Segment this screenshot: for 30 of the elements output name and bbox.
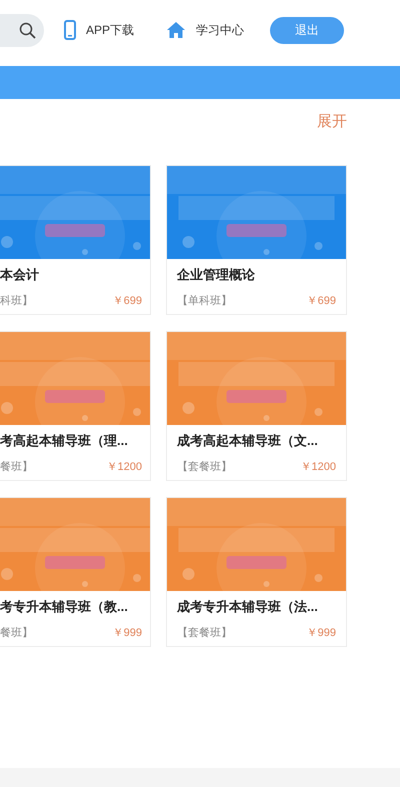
course-title: 考专升本辅导班（教... bbox=[0, 598, 129, 616]
course-type: 科班】 bbox=[0, 294, 33, 308]
course-title: 成考高起本辅导班（文... bbox=[177, 432, 319, 450]
course-card[interactable]: 成考专升本辅导班（法... 【套餐班】 ￥999 bbox=[166, 497, 347, 647]
course-price: ￥1200 bbox=[300, 460, 336, 474]
nav-link[interactable]: APP下载 bbox=[86, 21, 134, 39]
course-type: 【套餐班】 bbox=[177, 626, 232, 640]
nav-link[interactable]: 学习中心 bbox=[196, 21, 244, 39]
course-card[interactable]: 成考高起本辅导班（文... 【套餐班】 ￥1200 bbox=[166, 331, 347, 481]
home-icon bbox=[166, 21, 186, 39]
course-type: 【单科班】 bbox=[177, 294, 232, 308]
course-card[interactable]: 考高起本辅导班（理... 餐班】 ￥1200 bbox=[0, 331, 151, 481]
course-price: ￥999 bbox=[112, 626, 142, 640]
course-title: 成考专升本辅导班（法... bbox=[177, 598, 319, 616]
course-price: ￥999 bbox=[306, 626, 336, 640]
search-button[interactable] bbox=[0, 14, 44, 46]
search-icon bbox=[19, 22, 36, 38]
course-price: ￥699 bbox=[306, 294, 336, 308]
course-type: 餐班】 bbox=[0, 626, 33, 640]
course-type: 【套餐班】 bbox=[177, 460, 232, 474]
course-title: 考高起本辅导班（理... bbox=[0, 432, 129, 450]
phone-icon bbox=[64, 20, 76, 40]
course-type: 餐班】 bbox=[0, 460, 33, 474]
course-price: ￥699 bbox=[112, 294, 142, 308]
course-title: 企业管理概论 bbox=[177, 266, 256, 284]
course-card[interactable]: 企业管理概论 【单科班】 ￥699 bbox=[166, 165, 347, 315]
course-price: ￥1200 bbox=[106, 460, 142, 474]
course-card[interactable]: 考专升本辅导班（教... 餐班】 ￥999 bbox=[0, 497, 151, 647]
course-card[interactable]: 本会计 科班】 ￥699 bbox=[0, 165, 151, 315]
course-title: 本会计 bbox=[0, 266, 40, 284]
